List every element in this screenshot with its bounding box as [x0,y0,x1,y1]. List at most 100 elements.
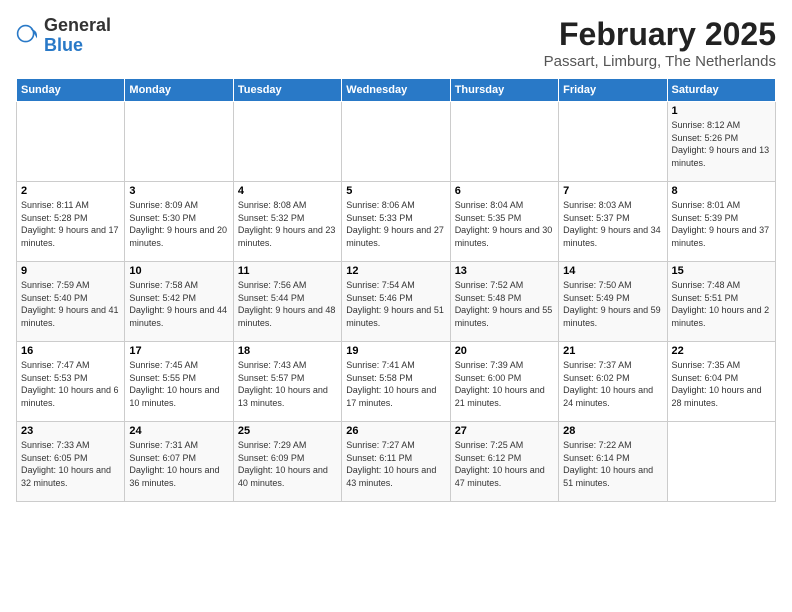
calendar-cell: 16 Sunrise: 7:47 AM Sunset: 5:53 PM Dayli… [17,342,125,422]
calendar-cell [125,102,233,182]
calendar-cell: 5Sunrise: 8:06 AM Sunset: 5:33 PM Daylig… [342,182,450,262]
day-number: 22 [672,345,771,357]
day-detail: Sunrise: 8:11 AM Sunset: 5:28 PM Dayligh… [21,199,120,249]
day-number: 6 [455,185,554,197]
day-number: 16 [21,345,120,357]
logo-icon [16,24,40,48]
day-detail: Sunrise: 8:01 AM Sunset: 5:39 PM Dayligh… [672,199,771,249]
calendar-cell: 8 Sunrise: 8:01 AM Sunset: 5:39 PM Daylig… [667,182,775,262]
day-detail: Sunrise: 7:58 AM Sunset: 5:42 PM Dayligh… [129,279,228,329]
calendar-week-3: 9Sunrise: 7:59 AM Sunset: 5:40 PM Daylig… [17,262,776,342]
calendar-cell: 1 Sunrise: 8:12 AM Sunset: 5:26 PM Daylig… [667,102,775,182]
day-detail: Sunrise: 7:27 AM Sunset: 6:11 PM Dayligh… [346,439,445,489]
calendar-cell: 22 Sunrise: 7:35 AM Sunset: 6:04 PM Dayli… [667,342,775,422]
calendar-cell [342,102,450,182]
day-number: 21 [563,345,662,357]
calendar-cell: 2Sunrise: 8:11 AM Sunset: 5:28 PM Daylig… [17,182,125,262]
col-tuesday: Tuesday [233,79,341,102]
day-number: 18 [238,345,337,357]
calendar-cell: 25 Sunrise: 7:29 AM Sunset: 6:09 PM Dayli… [233,422,341,502]
day-detail: Sunrise: 8:03 AM Sunset: 5:37 PM Dayligh… [563,199,662,249]
calendar-week-5: 23 Sunrise: 7:33 AM Sunset: 6:05 PM Dayli… [17,422,776,502]
page-header: General Blue February 2025 Passart, Limb… [16,16,776,70]
day-detail: Sunrise: 7:39 AM Sunset: 6:00 PM Dayligh… [455,359,554,409]
col-friday: Friday [559,79,667,102]
calendar-cell: 15 Sunrise: 7:48 AM Sunset: 5:51 PM Dayli… [667,262,775,342]
logo-general: General [44,15,111,35]
calendar-cell: 23 Sunrise: 7:33 AM Sunset: 6:05 PM Dayli… [17,422,125,502]
day-detail: Sunrise: 7:50 AM Sunset: 5:49 PM Dayligh… [563,279,662,329]
header-row: Sunday Monday Tuesday Wednesday Thursday… [17,79,776,102]
calendar-cell: 7 Sunrise: 8:03 AM Sunset: 5:37 PM Daylig… [559,182,667,262]
day-detail: Sunrise: 7:29 AM Sunset: 6:09 PM Dayligh… [238,439,337,489]
calendar-cell: 28Sunrise: 7:22 AM Sunset: 6:14 PM Dayli… [559,422,667,502]
logo-blue: Blue [44,35,83,55]
day-number: 15 [672,265,771,277]
title-block: February 2025 Passart, Limburg, The Neth… [544,16,776,70]
calendar-cell: 4Sunrise: 8:08 AM Sunset: 5:32 PM Daylig… [233,182,341,262]
day-detail: Sunrise: 8:09 AM Sunset: 5:30 PM Dayligh… [129,199,228,249]
day-number: 26 [346,425,445,437]
day-detail: Sunrise: 7:31 AM Sunset: 6:07 PM Dayligh… [129,439,228,489]
calendar-cell: 27 Sunrise: 7:25 AM Sunset: 6:12 PM Dayli… [450,422,558,502]
calendar-table: Sunday Monday Tuesday Wednesday Thursday… [16,78,776,502]
col-saturday: Saturday [667,79,775,102]
calendar-cell [17,102,125,182]
calendar-week-2: 2Sunrise: 8:11 AM Sunset: 5:28 PM Daylig… [17,182,776,262]
day-detail: Sunrise: 7:52 AM Sunset: 5:48 PM Dayligh… [455,279,554,329]
calendar-week-1: 1 Sunrise: 8:12 AM Sunset: 5:26 PM Daylig… [17,102,776,182]
calendar-cell: 21 Sunrise: 7:37 AM Sunset: 6:02 PM Dayli… [559,342,667,422]
day-number: 27 [455,425,554,437]
day-detail: Sunrise: 7:22 AM Sunset: 6:14 PM Dayligh… [563,439,662,489]
day-number: 20 [455,345,554,357]
calendar-cell: 14 Sunrise: 7:50 AM Sunset: 5:49 PM Dayli… [559,262,667,342]
calendar-cell: 17 Sunrise: 7:45 AM Sunset: 5:55 PM Dayli… [125,342,233,422]
day-detail: Sunrise: 8:04 AM Sunset: 5:35 PM Dayligh… [455,199,554,249]
day-number: 10 [129,265,228,277]
calendar-cell: 26 Sunrise: 7:27 AM Sunset: 6:11 PM Dayli… [342,422,450,502]
day-number: 24 [129,425,228,437]
day-detail: Sunrise: 8:08 AM Sunset: 5:32 PM Dayligh… [238,199,337,249]
calendar-cell [667,422,775,502]
calendar-cell: 24 Sunrise: 7:31 AM Sunset: 6:07 PM Dayli… [125,422,233,502]
calendar-week-4: 16 Sunrise: 7:47 AM Sunset: 5:53 PM Dayli… [17,342,776,422]
day-number: 13 [455,265,554,277]
day-detail: Sunrise: 7:45 AM Sunset: 5:55 PM Dayligh… [129,359,228,409]
calendar-cell: 12Sunrise: 7:54 AM Sunset: 5:46 PM Dayli… [342,262,450,342]
day-number: 1 [672,105,771,117]
col-sunday: Sunday [17,79,125,102]
logo-text: General Blue [44,16,111,56]
calendar-title: February 2025 [544,16,776,53]
calendar-cell: 9Sunrise: 7:59 AM Sunset: 5:40 PM Daylig… [17,262,125,342]
day-number: 7 [563,185,662,197]
calendar-cell: 3Sunrise: 8:09 AM Sunset: 5:30 PM Daylig… [125,182,233,262]
day-number: 14 [563,265,662,277]
day-detail: Sunrise: 7:59 AM Sunset: 5:40 PM Dayligh… [21,279,120,329]
calendar-cell: 19 Sunrise: 7:41 AM Sunset: 5:58 PM Dayli… [342,342,450,422]
day-number: 23 [21,425,120,437]
calendar-cell: 11Sunrise: 7:56 AM Sunset: 5:44 PM Dayli… [233,262,341,342]
day-number: 25 [238,425,337,437]
calendar-cell [450,102,558,182]
calendar-cell: 18 Sunrise: 7:43 AM Sunset: 5:57 PM Dayli… [233,342,341,422]
day-detail: Sunrise: 7:54 AM Sunset: 5:46 PM Dayligh… [346,279,445,329]
day-detail: Sunrise: 7:41 AM Sunset: 5:58 PM Dayligh… [346,359,445,409]
calendar-subtitle: Passart, Limburg, The Netherlands [544,53,776,70]
day-detail: Sunrise: 7:33 AM Sunset: 6:05 PM Dayligh… [21,439,120,489]
day-number: 19 [346,345,445,357]
calendar-cell: 13 Sunrise: 7:52 AM Sunset: 5:48 PM Dayli… [450,262,558,342]
day-detail: Sunrise: 7:48 AM Sunset: 5:51 PM Dayligh… [672,279,771,329]
day-detail: Sunrise: 7:47 AM Sunset: 5:53 PM Dayligh… [21,359,120,409]
day-detail: Sunrise: 7:43 AM Sunset: 5:57 PM Dayligh… [238,359,337,409]
day-number: 11 [238,265,337,277]
day-number: 17 [129,345,228,357]
day-number: 8 [672,185,771,197]
day-detail: Sunrise: 7:25 AM Sunset: 6:12 PM Dayligh… [455,439,554,489]
col-wednesday: Wednesday [342,79,450,102]
calendar-cell: 20 Sunrise: 7:39 AM Sunset: 6:00 PM Dayli… [450,342,558,422]
calendar-cell: 6 Sunrise: 8:04 AM Sunset: 5:35 PM Daylig… [450,182,558,262]
day-detail: Sunrise: 8:12 AM Sunset: 5:26 PM Dayligh… [672,119,771,169]
day-detail: Sunrise: 7:37 AM Sunset: 6:02 PM Dayligh… [563,359,662,409]
col-monday: Monday [125,79,233,102]
day-detail: Sunrise: 7:35 AM Sunset: 6:04 PM Dayligh… [672,359,771,409]
